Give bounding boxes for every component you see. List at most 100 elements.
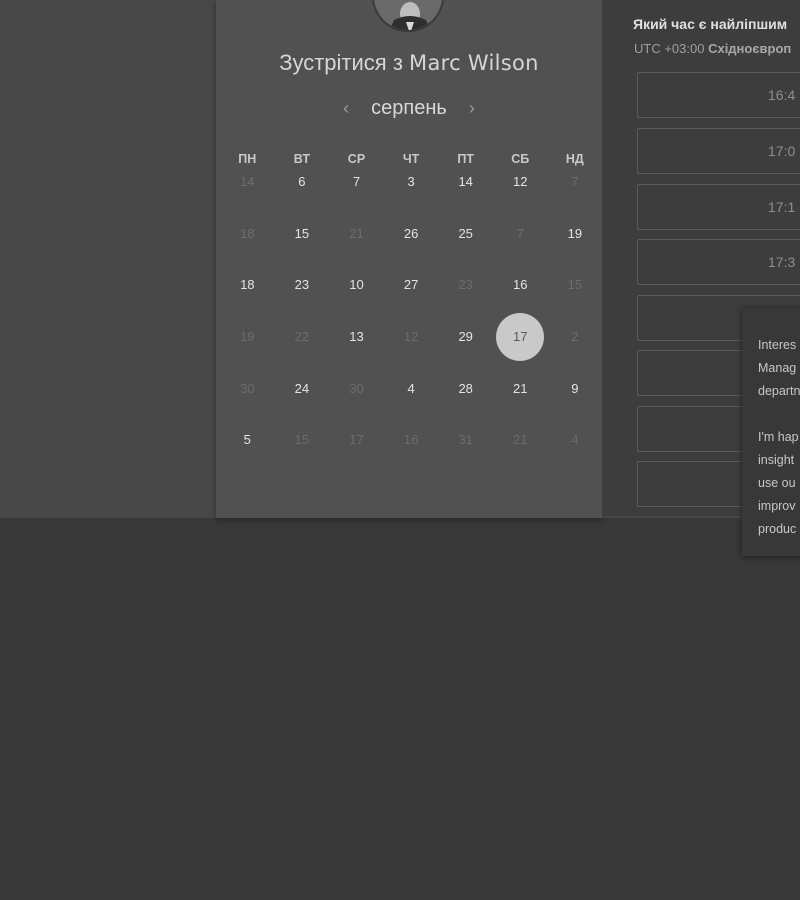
calendar-week-row: 14 6 7 3 14 12 7: [220, 172, 602, 192]
calendar-day-number: 30: [349, 381, 364, 396]
calendar-day-number: 19: [567, 226, 583, 241]
month-navigation: ‹ серпень ›: [216, 94, 602, 122]
calendar-day-number: 30: [240, 381, 255, 396]
calendar-day: 14: [220, 172, 275, 192]
chevron-right-icon[interactable]: ›: [465, 98, 479, 119]
calendar-day-number: 26: [403, 226, 419, 241]
calendar-day: 17: [329, 430, 384, 450]
calendar-day-number: 17: [513, 329, 528, 344]
calendar-day[interactable]: 10: [329, 275, 384, 295]
calendar-day-number: 3: [407, 174, 415, 189]
month-label: серпень: [371, 96, 447, 119]
timezone-label[interactable]: UTC +03:00 Східноєвроп: [634, 41, 791, 56]
bio-line: insight: [758, 453, 795, 467]
calendar-day-number: 14: [458, 174, 473, 189]
calendar-day[interactable]: 27: [384, 275, 439, 295]
calendar-day: 15: [275, 430, 330, 450]
calendar-day-number: 2: [571, 329, 579, 344]
time-slot-button[interactable]: 17:3: [637, 239, 800, 285]
calendar-day-number: 23: [294, 277, 310, 292]
calendar-day-number: 9: [571, 381, 579, 396]
bio-line: improv: [758, 499, 796, 513]
calendar-day[interactable]: 23: [275, 275, 330, 295]
bio-line: Manag: [758, 361, 797, 375]
bio-line: use ou: [758, 476, 796, 490]
calendar-day[interactable]: 14: [438, 172, 493, 192]
weekday-label: ЧТ: [402, 152, 420, 166]
weekday-label: ПТ: [457, 152, 474, 166]
bio-line: I'm hap: [758, 430, 799, 444]
calendar-week-row: 5 15 17 16 31 21 4: [220, 430, 602, 450]
avatar: [372, 0, 444, 32]
calendar-day: 12: [384, 327, 439, 347]
calendar-day-number: 18: [240, 277, 255, 292]
calendar-day[interactable]: 9: [548, 379, 603, 399]
calendar-day: 21: [493, 430, 548, 450]
calendar-day[interactable]: 19: [548, 224, 603, 244]
calendar-day: 30: [329, 379, 384, 399]
calendar-day: 19: [220, 327, 275, 347]
calendar-day[interactable]: 4: [384, 379, 439, 399]
calendar-day[interactable]: 29: [438, 327, 493, 347]
calendar-day-number: 7: [516, 226, 524, 241]
weekday-header: ПН ВТ СР ЧТ ПТ СБ НД: [220, 152, 602, 166]
meeting-title: Зустрітися з Marc Wilson: [216, 50, 602, 76]
time-slots-title: Який час є найліпшим: [633, 16, 788, 32]
calendar-day-number: 27: [403, 277, 419, 292]
calendar-day: 4: [548, 430, 603, 450]
calendar-day[interactable]: 13: [329, 327, 384, 347]
calendar-day-number: 18: [240, 226, 255, 241]
calendar-day: 18: [220, 224, 275, 244]
calendar-day: 23: [438, 275, 493, 295]
calendar-day-number: 15: [294, 226, 310, 241]
calendar-day: 7: [493, 224, 548, 244]
calendar-day[interactable]: 18: [220, 275, 275, 295]
calendar-day-number: 14: [240, 174, 255, 189]
host-bio-popover: Interes Manag departn I'm hap insight use ou i…: [742, 308, 800, 556]
calendar-day-number: 21: [513, 381, 528, 396]
calendar-day-number: 15: [294, 432, 310, 447]
calendar-week-row: 19 22 13 12 29 17 2: [220, 313, 602, 361]
calendar-day-number: 21: [349, 226, 364, 241]
calendar-day[interactable]: 25: [438, 224, 493, 244]
calendar-day[interactable]: 16: [493, 275, 548, 295]
weekday-label: ВТ: [293, 152, 310, 166]
calendar-day-number: 4: [407, 381, 415, 396]
weekday-label: СБ: [511, 152, 530, 166]
calendar-day: 7: [548, 172, 603, 192]
person-icon: [374, 0, 442, 30]
calendar-day-number: 7: [352, 174, 361, 189]
calendar-day-number: 25: [458, 226, 473, 241]
calendar-week-row: 18 23 10 27 23 16 15: [220, 275, 602, 295]
calendar-day[interactable]: 12: [493, 172, 548, 192]
host-name: Marc Wilson: [409, 51, 539, 75]
weekday-label: НД: [565, 152, 584, 166]
calendar-day[interactable]: 15: [275, 224, 330, 244]
calendar-day: 22: [275, 327, 330, 347]
chevron-left-icon[interactable]: ‹: [339, 98, 353, 119]
calendar-day-number: 15: [567, 277, 583, 292]
calendar-day[interactable]: 6: [275, 172, 330, 192]
calendar-day-number: 6: [298, 174, 306, 189]
calendar-day[interactable]: 21: [493, 379, 548, 399]
timezone-offset: UTC +03:00: [634, 41, 705, 56]
calendar-day-number: 16: [403, 432, 419, 447]
calendar-day-number: 31: [458, 432, 473, 447]
calendar-day-number: 7: [571, 174, 579, 189]
calendar-day-number: 12: [513, 174, 528, 189]
calendar-day-number: 24: [294, 381, 310, 396]
calendar-day[interactable]: 26: [384, 224, 439, 244]
calendar-day-number: 13: [349, 329, 364, 344]
time-slot-button[interactable]: 17:1: [637, 184, 800, 230]
calendar-day[interactable]: 3: [384, 172, 439, 192]
calendar-week-row: 30 24 30 4 28 21 9: [220, 379, 602, 399]
calendar-day-selected[interactable]: 17: [493, 313, 548, 361]
calendar-day[interactable]: 5: [220, 430, 275, 450]
calendar-day: 15: [548, 275, 603, 295]
calendar-day[interactable]: 7: [329, 172, 384, 192]
time-slot-button[interactable]: 17:0: [637, 128, 800, 174]
time-slot-button[interactable]: 16:4: [637, 72, 800, 118]
calendar-day[interactable]: 24: [275, 379, 330, 399]
calendar-day[interactable]: 28: [438, 379, 493, 399]
calendar-day: 16: [384, 430, 439, 450]
